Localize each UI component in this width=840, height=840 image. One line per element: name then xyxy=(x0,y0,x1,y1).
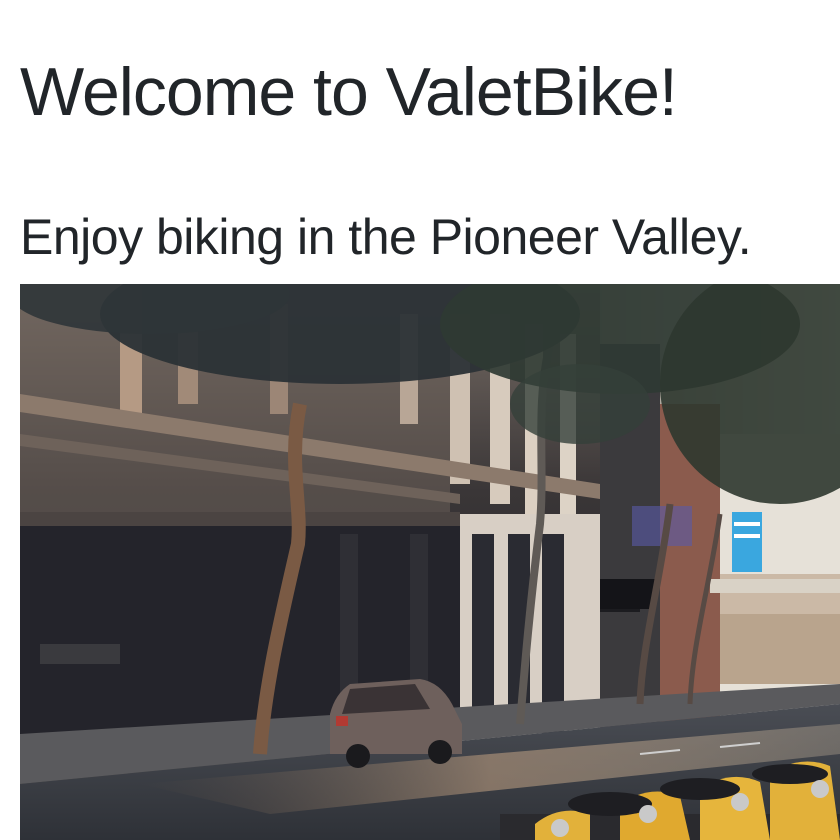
hero-image xyxy=(20,284,840,840)
page-subtitle: Enjoy biking in the Pioneer Valley. xyxy=(20,209,752,265)
page-title: Welcome to ValetBike! xyxy=(20,54,678,130)
page-content: Welcome to ValetBike! Enjoy biking in th… xyxy=(20,0,840,840)
hero-photo xyxy=(20,284,840,840)
